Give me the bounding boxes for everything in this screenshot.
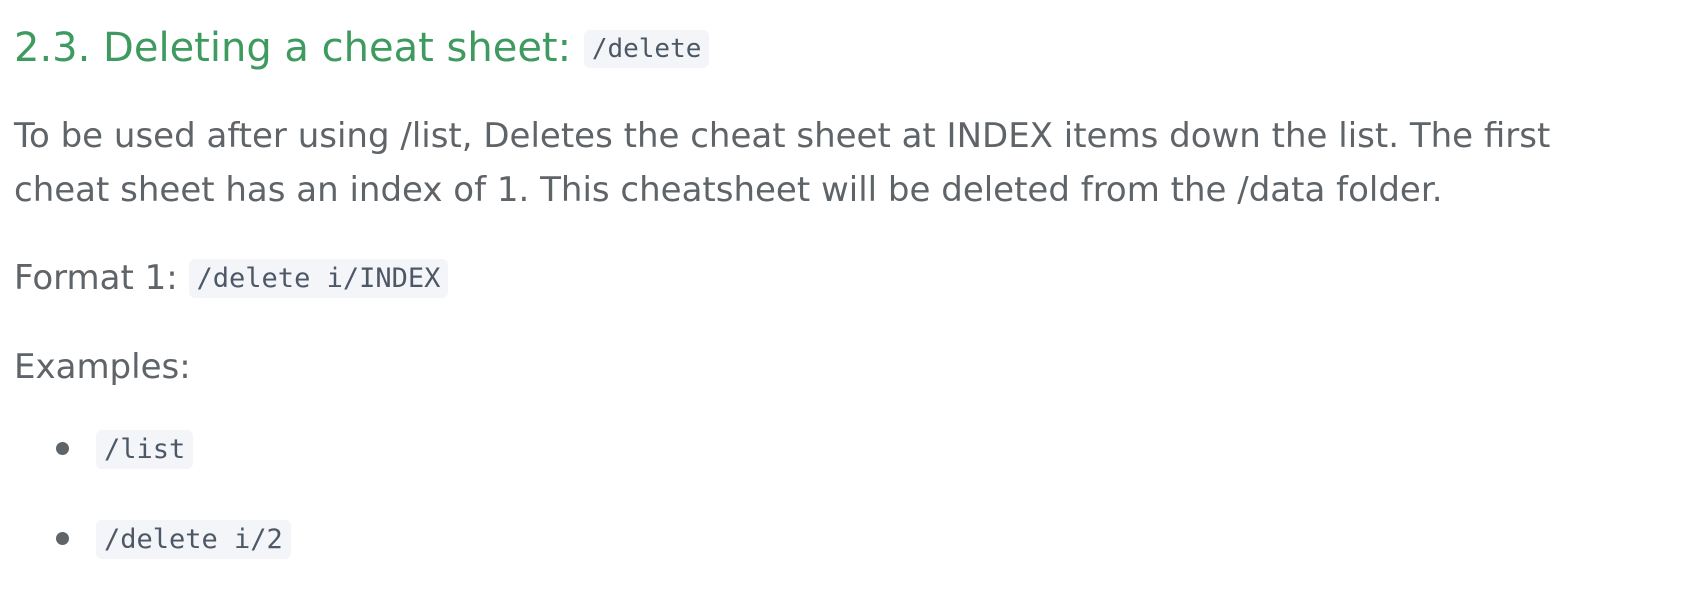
heading-command-code: /delete bbox=[583, 30, 710, 68]
example-command-code: /delete i/2 bbox=[96, 520, 291, 559]
format-line: Format 1: /delete i/INDEX bbox=[14, 251, 1684, 306]
bullet-icon bbox=[56, 442, 69, 455]
examples-label: Examples: bbox=[14, 347, 191, 387]
format-command-code: /delete i/INDEX bbox=[188, 259, 449, 298]
section-description: To be used after using /list, Deletes th… bbox=[14, 116, 1551, 210]
list-item: /delete i/2 bbox=[56, 510, 1684, 600]
format-label: Format 1: bbox=[14, 258, 178, 298]
section-heading-text: 2.3. Deleting a cheat sheet: bbox=[14, 25, 572, 71]
examples-list: /list /delete i/2 bbox=[14, 420, 1684, 600]
example-command-code: /list bbox=[96, 430, 194, 469]
section-heading: 2.3. Deleting a cheat sheet: /delete bbox=[14, 22, 1684, 75]
bullet-icon bbox=[56, 532, 69, 545]
doc-section: 2.3. Deleting a cheat sheet: /delete To … bbox=[0, 0, 1684, 598]
list-item: /list bbox=[56, 420, 1684, 510]
